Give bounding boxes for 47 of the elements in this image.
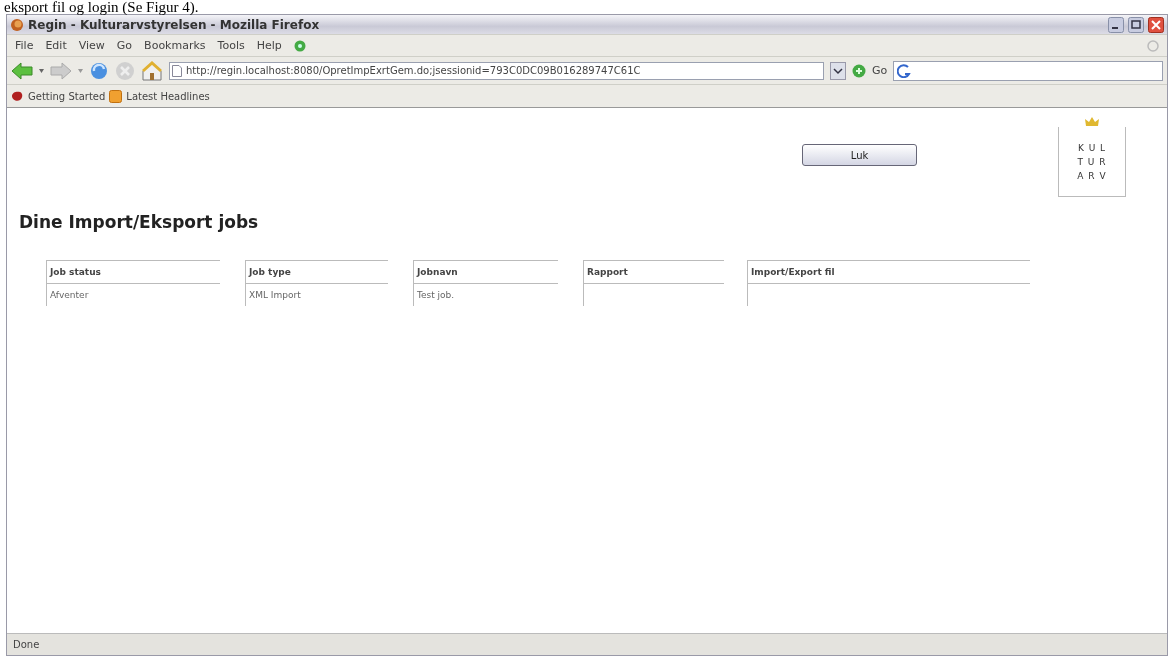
status-text: Done [13, 639, 40, 650]
home-icon[interactable] [141, 60, 163, 81]
browser-logo-icon [10, 17, 24, 32]
reload-icon[interactable] [89, 60, 109, 81]
window-title: Regin - Kulturarvstyrelsen - Mozilla Firefox [28, 17, 321, 32]
blob-icon [11, 90, 24, 102]
page-heading: Dine Import/Eksport jobs [19, 212, 260, 232]
table-cell-text: XML Import [248, 289, 302, 302]
address-field[interactable]: http://regin.localhost:8080/OpretImpExrtGem.do;jsessionid=793C0DC09B016289747C61C [169, 61, 824, 80]
column-header: Import/Export fil [748, 260, 1030, 284]
menu-item[interactable]: Go [116, 39, 133, 52]
logo-text: T U R [1077, 156, 1107, 167]
menu-item[interactable]: Help [256, 39, 282, 52]
feed-icon [109, 89, 123, 103]
close-icon[interactable] [1148, 16, 1164, 33]
page-icon [172, 64, 182, 77]
table-cell-text: Afventer [49, 289, 90, 302]
go-icon[interactable] [852, 63, 866, 78]
search-field[interactable] [893, 60, 1163, 81]
menu-item[interactable]: Tools [217, 39, 245, 52]
dropdown-caret-icon[interactable] [39, 68, 44, 73]
search-engine-icon [897, 63, 912, 78]
column-header: Job type [246, 260, 388, 284]
dropdown-caret-icon[interactable] [78, 68, 83, 73]
maximize-icon[interactable] [1128, 16, 1144, 33]
menu-item[interactable]: Bookmarks [144, 39, 206, 52]
menu-item[interactable]: File [15, 39, 34, 52]
column-header: Jobnavn [414, 260, 558, 284]
column-header: Rapport [584, 260, 724, 284]
dropdown-icon[interactable] [830, 61, 846, 80]
crown-icon [1085, 116, 1099, 127]
status-circle-icon[interactable] [293, 39, 306, 52]
go-button[interactable]: Go [872, 64, 888, 77]
menu-item[interactable]: Edit [45, 39, 67, 52]
back-arrow-icon[interactable] [11, 61, 33, 80]
document-text: eksport fil og login (Se Figur 4). [4, 0, 199, 15]
menu-item[interactable]: View [78, 39, 105, 52]
bookmark-item[interactable]: Getting Started [28, 90, 106, 102]
bookmark-item[interactable]: Latest Headlines [126, 90, 210, 102]
logo-text: K U L [1077, 142, 1107, 153]
throbber-icon [1147, 39, 1159, 52]
logo-text: A R V [1077, 170, 1107, 181]
table-cell-text: Test job. [416, 289, 456, 302]
close-page-button[interactable]: Luk [802, 144, 917, 166]
minimize-icon[interactable] [1108, 16, 1124, 33]
column-header: Job status [47, 260, 220, 284]
forward-arrow-icon[interactable] [50, 61, 72, 80]
